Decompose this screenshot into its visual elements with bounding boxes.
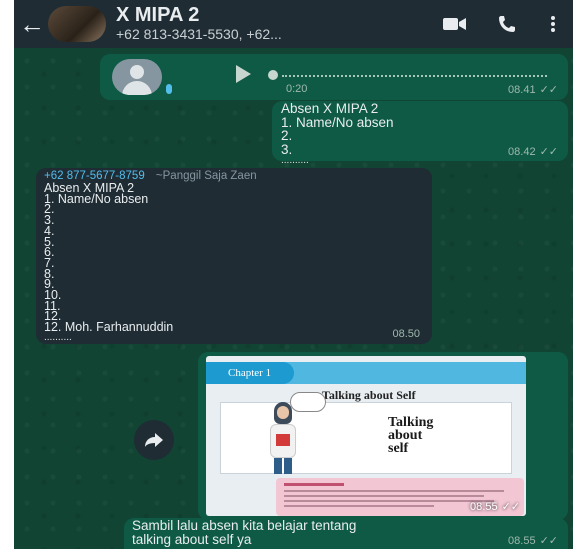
text-line: 9. <box>44 277 55 292</box>
phone-screen: ← X MIPA 2 +62 813-3431-5530, +62... 0:2… <box>14 0 573 549</box>
voice-duration: 0:20 <box>286 83 308 95</box>
double-tick-icon: ✓✓ <box>501 501 520 513</box>
text-line: 5. <box>44 234 55 249</box>
message-time: 08.42 <box>508 146 536 158</box>
message-meta: 08.55 ✓✓ <box>508 534 558 547</box>
sender-avatar <box>112 59 162 95</box>
arrow-left-icon[interactable]: ← <box>18 11 46 37</box>
voice-call-icon[interactable] <box>481 14 533 34</box>
voice-time: 08.41 ✓✓ <box>508 83 558 96</box>
message-time: 08.55 <box>508 535 536 547</box>
text-line: 3. <box>44 213 55 228</box>
cover-title: Talking about self <box>388 416 433 456</box>
chat-header: ← X MIPA 2 +62 813-3431-5530, +62... <box>14 0 573 48</box>
text-line: 4. <box>44 223 55 238</box>
outgoing-message[interactable]: Absen X MIPA 2 1. Name/No absen 2. 3. ..… <box>272 101 568 166</box>
text-line: 10. <box>44 288 62 303</box>
outgoing-message[interactable]: Sambil lalu absen kita belajar tentang t… <box>124 518 568 549</box>
text-line: talking about self ya <box>132 531 252 547</box>
image-meta: 08.55 ✓✓ <box>470 500 520 513</box>
message-time: 08.55 <box>470 501 498 513</box>
chapter-banner: Chapter 1 <box>206 362 526 384</box>
mic-icon <box>166 84 172 94</box>
text-line: 3. <box>281 141 293 157</box>
message-text: Absen X MIPA 2 1. Name/No absen 2. 3. 4.… <box>44 182 173 344</box>
waveform-track[interactable] <box>282 75 547 77</box>
play-icon[interactable] <box>236 65 251 83</box>
text-line: 6. <box>44 245 55 260</box>
forward-button[interactable] <box>134 420 174 460</box>
playback-knob[interactable] <box>268 70 278 80</box>
group-avatar[interactable] <box>48 6 106 42</box>
text-line: 8. <box>44 266 55 281</box>
text-line: 2. <box>44 202 55 217</box>
image-message[interactable]: Chapter 1 Talking about Self Talking abo… <box>198 352 568 520</box>
book-cover-image[interactable]: Chapter 1 Talking about Self Talking abo… <box>206 356 526 516</box>
message-text: Absen X MIPA 2 1. Name/No absen 2. 3. ..… <box>281 102 394 166</box>
chapter-tab: Chapter 1 <box>206 362 294 384</box>
text-line: Absen X MIPA 2 <box>281 101 379 116</box>
text-line: 1. Name/No absen <box>44 191 149 206</box>
video-call-icon[interactable] <box>429 16 481 32</box>
text-line: .......... <box>44 331 72 343</box>
forward-icon <box>145 433 163 447</box>
message-text: Sambil lalu absen kita belajar tentang t… <box>132 519 356 546</box>
message-time: 08.50 <box>392 328 420 340</box>
sender-name: ~Panggil Saja Zaen <box>155 170 257 182</box>
text-line: .......... <box>281 155 309 167</box>
double-tick-icon: ✓✓ <box>539 535 558 547</box>
cover-title-line: self <box>388 441 409 456</box>
chat-title-area[interactable]: X MIPA 2 +62 813-3431-5530, +62... <box>116 5 429 43</box>
text-line: 1. Name/No absen <box>281 114 394 130</box>
message-time: 08.41 <box>508 84 536 96</box>
double-tick-icon: ✓✓ <box>539 84 558 96</box>
text-line: 2. <box>281 128 293 144</box>
text-line: Sambil lalu absen kita belajar tentang <box>132 518 357 533</box>
chat-participants: +62 813-3431-5530, +62... <box>116 26 282 42</box>
message-meta: 08.42 ✓✓ <box>508 145 558 158</box>
chat-wallpaper: 0:20 08.41 ✓✓ Absen X MIPA 2 1. Name/No a… <box>14 48 573 549</box>
text-line: 7. <box>44 255 55 270</box>
chat-title: X MIPA 2 <box>116 4 200 26</box>
cover-heading: Talking about Self <box>322 388 416 402</box>
text-line: 11. <box>44 298 61 313</box>
incoming-message[interactable]: +62 877-5677-8759 ~Panggil Saja Zaen Abs… <box>36 168 432 344</box>
double-tick-icon: ✓✓ <box>539 146 558 158</box>
speech-bubble <box>290 392 326 412</box>
menu-dots-icon[interactable] <box>533 15 573 33</box>
voice-message-bubble[interactable]: 0:20 08.41 ✓✓ <box>100 54 568 100</box>
